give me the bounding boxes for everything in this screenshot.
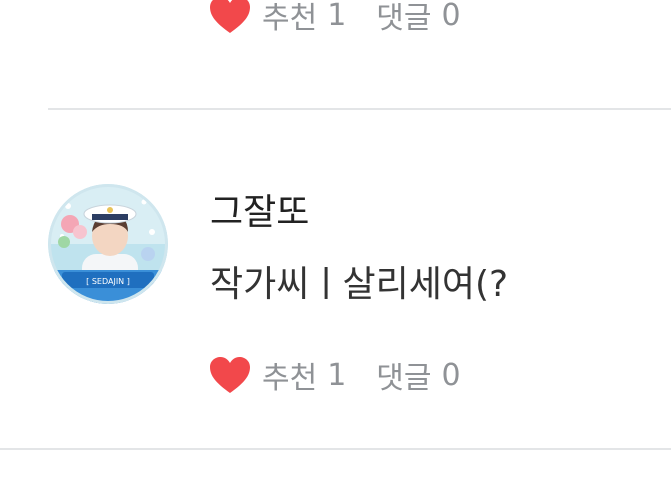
comment-meta: 추천 1 댓글 0 <box>208 352 461 398</box>
previous-comment-meta: 추천 1 댓글 0 <box>208 0 461 38</box>
like-button[interactable]: 추천 1 <box>208 353 346 397</box>
comment-list: 추천 1 댓글 0 [SEDAJIN] 그잘또 작가씨ㅣ살리세여(? 추천 … <box>0 0 671 503</box>
reply-label: 댓글 <box>376 1 432 36</box>
avatar[interactable]: [ SEDAJIN ] <box>48 184 168 304</box>
reply-count: 0 <box>441 0 461 33</box>
previous-reply-button[interactable]: 댓글 0 <box>376 0 460 37</box>
heart-icon <box>210 357 250 393</box>
like-count: 1 <box>327 0 347 33</box>
avatar-image: [ SEDAJIN ] <box>48 184 168 304</box>
comment-author[interactable]: 그잘또 <box>210 190 309 236</box>
divider <box>48 108 671 110</box>
like-label: 추천 <box>262 1 318 36</box>
divider <box>0 448 671 450</box>
comment-text: 작가씨ㅣ살리세여(? <box>210 264 509 305</box>
previous-like-button[interactable]: 추천 1 <box>208 0 346 37</box>
avatar-caption: [ SEDAJIN ] <box>86 277 130 286</box>
like-label: 추천 <box>262 361 318 396</box>
like-count: 1 <box>327 357 347 393</box>
reply-label: 댓글 <box>376 361 432 396</box>
reply-button[interactable]: 댓글 0 <box>376 353 460 397</box>
reply-count: 0 <box>441 357 461 393</box>
heart-icon <box>210 0 250 33</box>
